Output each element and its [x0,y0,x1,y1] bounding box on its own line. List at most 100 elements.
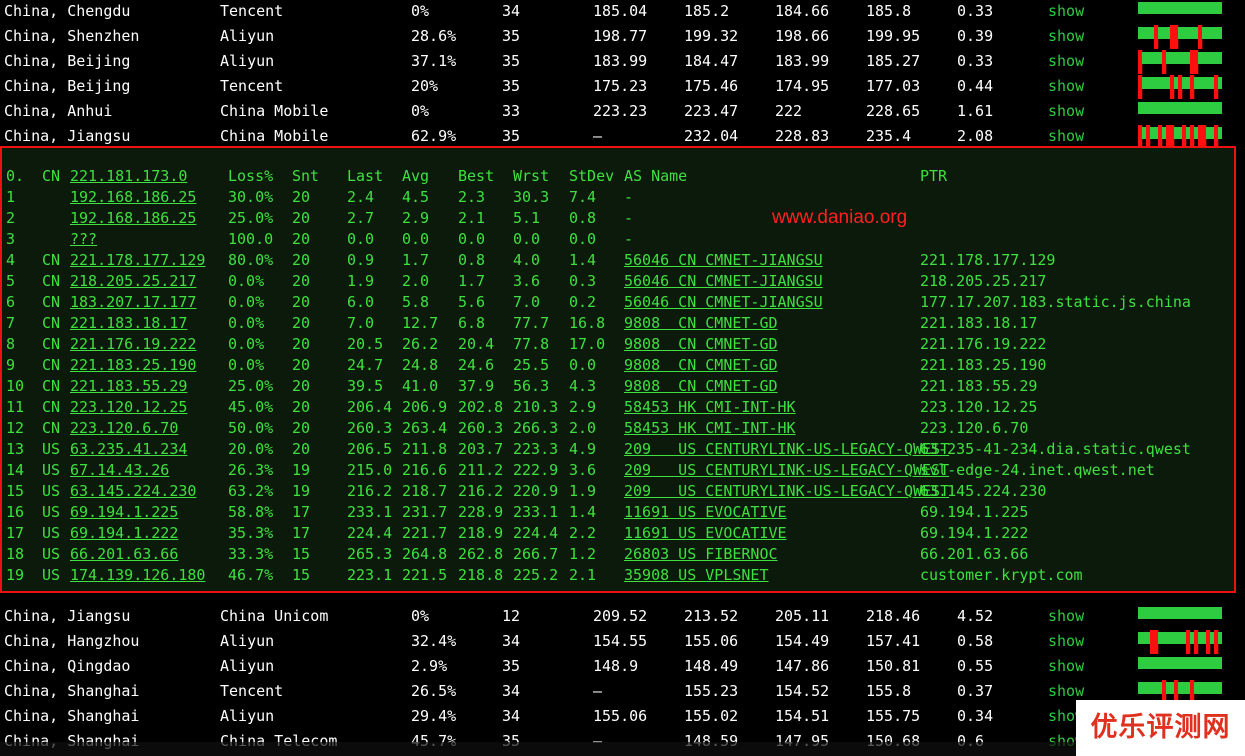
hop-stdev: 2.0 [569,419,597,437]
cell-snt: 34 [502,2,521,20]
hop-host[interactable]: 223.120.6.70 [70,418,178,439]
hop-as[interactable]: 209 US CENTURYLINK-US-LEGACY-QWEST [624,460,949,481]
show-link[interactable]: show [1048,125,1084,147]
cell-avg: 184.47 [684,52,739,70]
hop-wrst: 233.1 [513,503,559,521]
show-link[interactable]: show [1048,630,1084,652]
hop-ptr: 221.183.18.17 [920,314,1038,332]
hop-host[interactable]: 221.183.18.17 [70,313,187,334]
hop-best: 1.7 [458,272,486,290]
hop-last: 216.2 [347,482,393,500]
cell-snt: 35 [502,52,521,70]
hop-ptr: 221.183.25.190 [920,356,1047,374]
hop-host[interactable]: 67.14.43.26 [70,460,169,481]
hop-host[interactable]: 221.183.25.190 [70,355,196,376]
spark-bar [1194,102,1199,114]
hop-best: 203.7 [458,440,504,458]
hop-wrst: 25.5 [513,356,550,374]
spark-bar [1182,27,1187,39]
hop-avg: 231.7 [402,503,448,521]
hop-ptr: customer.krypt.com [920,566,1083,584]
hop-stdev: 0.2 [569,293,597,311]
hop-stdev: 2.1 [569,566,597,584]
hop-host[interactable]: 221.176.19.222 [70,334,196,355]
hop-cc: CN [42,356,61,374]
trace-hop-row: 6 CN 183.207.17.177 0.0% 20 6.0 5.8 5.6 7.0 0.2 56… [2,292,1232,313]
hop-host[interactable]: 63.235.41.234 [70,439,187,460]
cell-best: 205.11 [775,607,830,625]
cell-best: 154.49 [775,632,830,650]
spark-bar [1206,102,1211,114]
cell-snt: 35 [502,127,521,145]
spark-bar [1154,657,1159,669]
spark-bar [1158,27,1163,39]
show-link[interactable]: show [1048,75,1084,97]
show-link[interactable]: show [1048,605,1084,627]
result-row: China, Beijing Tencent 20% 35 175.23 175.46 17… [0,75,1245,100]
hop-host[interactable]: 221.183.55.29 [70,376,187,397]
hop-as[interactable]: 56046 CN CMNET-JIANGSU [624,271,823,292]
show-link[interactable]: show [1048,0,1084,22]
hop-host[interactable]: 69.194.1.222 [70,523,178,544]
hop-host[interactable]: ??? [70,229,97,250]
hop-as[interactable]: 58453 HK CMI-INT-HK [624,418,796,439]
hop-host[interactable]: 218.205.25.217 [70,271,196,292]
hop-host[interactable]: 63.145.224.230 [70,481,196,502]
hop-as[interactable]: 9808 CN CMNET-GD [624,334,778,355]
show-link[interactable]: show [1048,100,1084,122]
spark-bar [1174,2,1179,14]
show-link[interactable]: show [1048,655,1084,677]
hop-hop: 10 [6,377,25,395]
hop-as[interactable]: 58453 HK CMI-INT-HK [624,397,796,418]
show-link[interactable]: show [1048,50,1084,72]
hop-host[interactable]: 221.178.177.129 [70,250,205,271]
hop-as[interactable]: 209 US CENTURYLINK-US-LEGACY-QWEST [624,481,949,502]
hop-as[interactable]: 9808 CN CMNET-GD [624,355,778,376]
hop-as[interactable]: 11691 US EVOCATIVE [624,523,787,544]
hop-as[interactable]: 9808 CN CMNET-GD [624,313,778,334]
hop-host[interactable]: 192.168.186.25 [70,187,196,208]
hop-host[interactable]: 174.139.126.180 [70,565,205,586]
hop-as[interactable]: 9808 CN CMNET-GD [624,376,778,397]
cell-avg: 155.02 [684,707,739,725]
show-link[interactable]: show [1048,680,1084,702]
hop-as: - [624,209,634,227]
hop-last: 215.0 [347,461,393,479]
hop-as[interactable]: 56046 CN CMNET-JIANGSU [624,250,823,271]
hdr-host[interactable]: 221.181.173.0 [70,166,187,187]
hop-as[interactable]: 11691 US EVOCATIVE [624,502,787,523]
cell-loc: China, Chengdu [4,2,131,20]
hop-hop: 3 [6,230,16,248]
spark-bar [1166,102,1171,114]
hop-as[interactable]: 26803 US FIBERNOC [624,544,778,565]
spark-bar [1146,632,1151,644]
hop-as[interactable]: 56046 CN CMNET-JIANGSU [624,292,823,313]
hop-host[interactable]: 223.120.12.25 [70,397,187,418]
result-row: China, Jiangsu China Unicom 0% 12 209.52 213.… [0,605,1245,630]
hop-as[interactable]: 35908 US VPLSNET [624,565,769,586]
show-link[interactable]: show [1048,25,1084,47]
spark-bar [1218,27,1222,39]
spark-bar [1214,75,1219,99]
spark-bar [1182,77,1187,89]
spark-bar [1142,27,1147,39]
cell-stdev: 2.08 [957,127,994,145]
hop-as[interactable]: 209 US CENTURYLINK-US-LEGACY-QWEST [624,439,949,460]
hop-loss: 46.7% [228,566,274,584]
hop-best: 260.3 [458,419,504,437]
spark-bar [1170,102,1175,114]
cell-loss: 32.4% [411,632,457,650]
result-row: China, Shenzhen Aliyun 28.6% 35 198.77 199.32… [0,25,1245,50]
hop-host[interactable]: 66.201.63.66 [70,544,178,565]
hop-cc: US [42,545,61,563]
hop-host[interactable]: 192.168.186.25 [70,208,196,229]
spark-bar [1150,607,1155,619]
hop-host[interactable]: 183.207.17.177 [70,292,196,313]
hop-stdev: 1.2 [569,545,597,563]
hop-host[interactable]: 69.194.1.225 [70,502,178,523]
spark-bar [1178,75,1183,99]
cell-last: 154.55 [593,632,648,650]
hop-ptr: 218.205.25.217 [920,272,1047,290]
spark-bar [1142,102,1147,114]
hop-cc: US [42,461,61,479]
